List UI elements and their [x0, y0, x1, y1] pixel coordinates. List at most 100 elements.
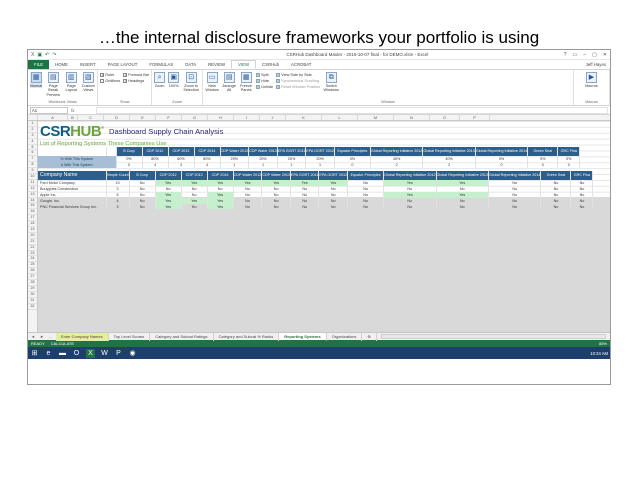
ruler-checkbox[interactable]: ✓ Ruler — [100, 72, 120, 77]
column-header-f[interactable]: F — [156, 115, 182, 120]
column-header-m[interactable]: M — [358, 115, 394, 120]
column-header-e[interactable]: E — [130, 115, 156, 120]
tab-file[interactable]: FILE — [28, 60, 50, 69]
system-cell[interactable]: No — [318, 203, 349, 210]
stat-value[interactable]: 1 — [248, 161, 278, 168]
folder-icon[interactable]: ▬ — [58, 349, 67, 358]
switch-windows-button[interactable]: ⧉ Switch Windows — [323, 72, 339, 93]
windows-icon[interactable]: ⊞ — [30, 349, 39, 358]
reset-window-position-button[interactable]: Reset Window Position — [276, 84, 320, 89]
excel-icon[interactable]: X — [31, 52, 34, 58]
column-header-o[interactable]: O — [430, 115, 460, 120]
system-cell[interactable]: No — [261, 203, 291, 210]
zoom-button[interactable]: ⌕ Zoom — [154, 72, 166, 88]
stat-value[interactable]: 0 — [116, 161, 143, 168]
tab-formulas[interactable]: FORMULAS — [143, 60, 179, 69]
sheet-tab-category-ratings[interactable]: Category and Subcat Ratings — [150, 332, 214, 341]
column-header-b[interactable]: B — [68, 115, 78, 120]
close-icon[interactable]: ✕ — [603, 52, 607, 58]
stat-value[interactable]: 0 — [475, 161, 529, 168]
zoom-100-button[interactable]: ▣ 100% — [168, 72, 180, 88]
headings-checkbox[interactable]: ✓ Headings — [123, 78, 149, 83]
column-header-p[interactable]: P — [460, 115, 490, 120]
add-sheet-icon[interactable]: ⊕ — [362, 332, 377, 341]
system-cell[interactable]: No — [129, 203, 156, 210]
tab-home[interactable]: HOME — [49, 60, 74, 69]
system-cell[interactable]: No — [570, 203, 594, 210]
prev-sheet-icon[interactable]: ◄ — [31, 334, 35, 339]
formula-input[interactable] — [96, 106, 608, 114]
simple-count-cell[interactable]: 3 — [106, 203, 130, 210]
system-cell[interactable]: No — [488, 203, 542, 210]
tab-acrobat[interactable]: ACROBAT — [285, 60, 317, 69]
system-cell[interactable]: No — [383, 203, 437, 210]
stat-value[interactable]: 0 — [557, 161, 581, 168]
help-icon[interactable]: ? — [564, 52, 567, 58]
undo-icon[interactable]: ↶ — [45, 52, 49, 58]
name-box[interactable]: A1 — [30, 106, 68, 114]
powerpoint-icon[interactable]: P — [114, 349, 123, 358]
macros-button[interactable]: ▶ Macros — [585, 72, 598, 88]
formula-bar-checkbox[interactable]: ✓ Formula Bar — [123, 72, 149, 77]
user-account[interactable]: Jeff Hayes — [586, 60, 610, 69]
split-button[interactable]: Split — [256, 72, 273, 77]
tab-csrhub[interactable]: CSRHub — [256, 60, 285, 69]
stat-value[interactable]: 1 — [277, 161, 307, 168]
freeze-panes-button[interactable]: ▦ Freeze Panes — [239, 72, 253, 93]
maximize-icon[interactable]: ▢ — [592, 52, 597, 58]
column-header-a[interactable]: A — [38, 115, 68, 120]
stat-value[interactable]: 4 — [194, 161, 221, 168]
stat-value[interactable]: 4 — [142, 161, 169, 168]
ribbon-display-icon[interactable]: ▭ — [573, 52, 578, 58]
outlook-icon[interactable]: O — [72, 349, 81, 358]
row-header[interactable]: 32 — [28, 304, 37, 310]
minimize-icon[interactable]: – — [583, 52, 586, 58]
column-header-l[interactable]: L — [322, 115, 358, 120]
stat-value[interactable]: 0 — [527, 161, 559, 168]
column-header-i[interactable]: I — [234, 115, 260, 120]
redo-icon[interactable]: ↷ — [52, 52, 56, 58]
tab-review[interactable]: REVIEW — [202, 60, 231, 69]
sheet-tab-reporting-systems[interactable]: Reporting Systems — [279, 332, 327, 341]
system-cell[interactable]: No — [540, 203, 572, 210]
word-icon[interactable]: W — [100, 349, 109, 358]
column-header-j[interactable]: J — [260, 115, 286, 120]
page-break-preview-button[interactable]: ▤ Page Break Preview — [45, 72, 61, 97]
tab-view[interactable]: VIEW — [231, 60, 256, 69]
gridlines-checkbox[interactable]: Gridlines — [100, 78, 120, 83]
stat-value[interactable]: 0 — [334, 161, 371, 168]
system-cell[interactable]: Yes — [155, 203, 182, 210]
more-sheets-icon[interactable]: ... — [49, 334, 52, 339]
system-cell[interactable]: No — [347, 203, 385, 210]
arrange-all-button[interactable]: ▤ Arrange All — [222, 72, 236, 93]
system-cell[interactable]: No — [436, 203, 489, 210]
sheet-tab-top-level-scores[interactable]: Top Level Scores — [109, 332, 151, 341]
system-cell[interactable]: Yes — [207, 203, 234, 210]
status-calculate[interactable]: CALCULATE — [51, 341, 74, 346]
stat-value[interactable]: 3 — [168, 161, 195, 168]
excel-icon[interactable]: X — [86, 348, 95, 358]
synchronous-scrolling-button[interactable]: Synchronous Scrolling — [276, 78, 320, 83]
tab-data[interactable]: DATA — [179, 60, 202, 69]
select-all-corner[interactable] — [28, 115, 38, 120]
ie-icon[interactable]: e — [44, 349, 53, 358]
custom-views-button[interactable]: ▧ Custom Views — [81, 72, 95, 93]
system-cell[interactable]: No — [233, 203, 263, 210]
stat-value[interactable]: 2 — [370, 161, 424, 168]
column-header-n[interactable]: N — [394, 115, 430, 120]
stat-value[interactable]: 2 — [422, 161, 476, 168]
zoom-level[interactable]: 85% — [599, 341, 607, 346]
page-layout-button[interactable]: ▥ Page Layout — [64, 72, 78, 93]
zoom-to-selection-button[interactable]: ⊡ Zoom to Selection — [182, 72, 200, 93]
unhide-button[interactable]: Unhide — [256, 84, 273, 89]
stat-value[interactable]: 1 — [305, 161, 335, 168]
normal-view-button[interactable]: ▦ Normal — [30, 72, 43, 89]
system-cell[interactable]: No — [181, 203, 208, 210]
company-name-cell[interactable]: PNC Financial Services Group Inc. — [38, 203, 107, 210]
fx-icon[interactable]: fx — [71, 108, 93, 113]
chrome-icon[interactable]: ◉ — [128, 349, 137, 358]
next-sheet-icon[interactable]: ► — [40, 334, 44, 339]
tab-page-layout[interactable]: PAGE LAYOUT — [102, 60, 144, 69]
sheet-tab-category-ranks[interactable]: Category and Subcat % Ranks — [214, 332, 280, 341]
hide-button[interactable]: Hide — [256, 78, 273, 83]
